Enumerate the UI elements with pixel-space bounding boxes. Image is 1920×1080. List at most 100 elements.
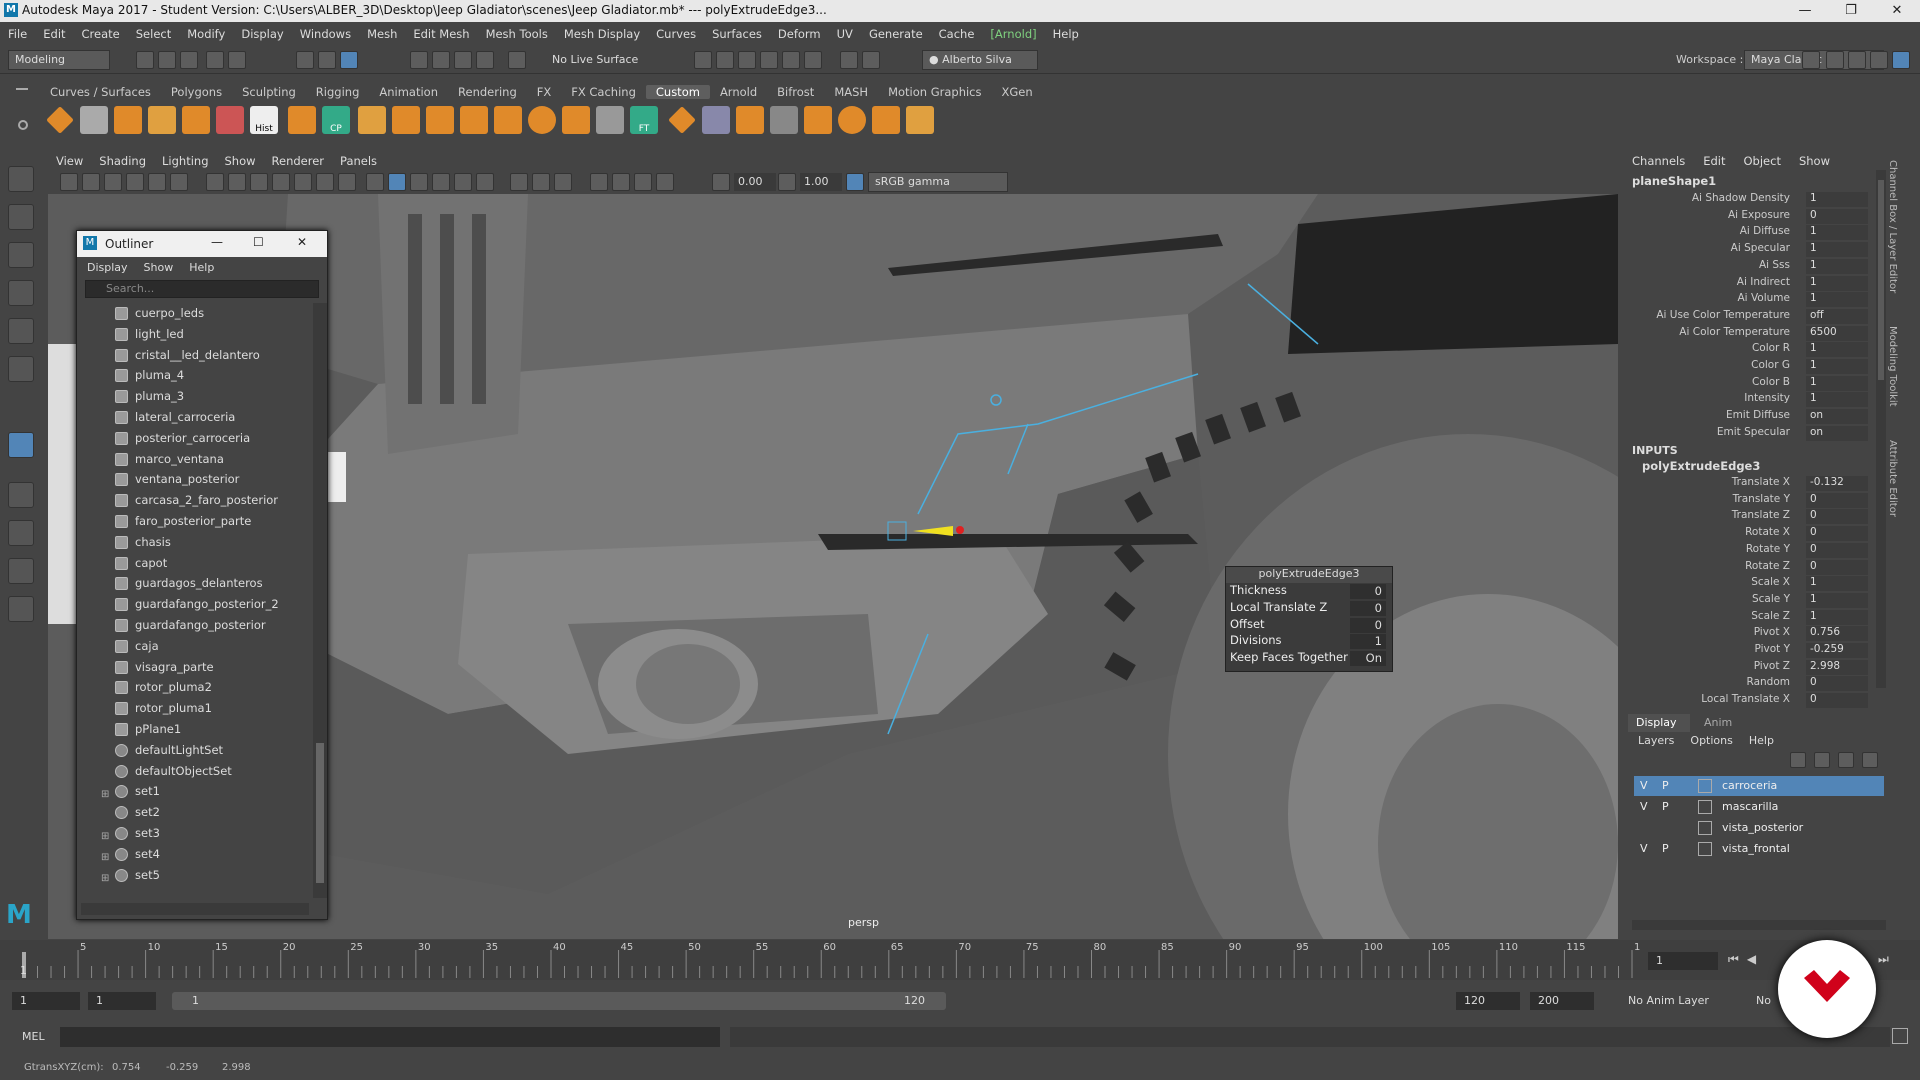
outliner-item[interactable]: posterior_carroceria: [77, 428, 313, 449]
new-layer-from-selection-icon[interactable]: [1862, 752, 1878, 768]
layer-menu-layers[interactable]: Layers: [1638, 734, 1674, 747]
outliner-layout-icon[interactable]: [8, 596, 34, 622]
paint-select-icon[interactable]: [8, 242, 34, 268]
torus-icon[interactable]: [528, 106, 556, 134]
channel-value[interactable]: 1: [1806, 225, 1868, 241]
channel-row[interactable]: Translate X -0.132: [1628, 476, 1890, 493]
channel-row[interactable]: Local Translate X 0: [1628, 693, 1890, 710]
new-scene-icon[interactable]: [136, 51, 154, 69]
outliner-item[interactable]: capot: [77, 553, 313, 574]
move-tool-icon[interactable]: [8, 280, 34, 306]
channel-row[interactable]: Translate Z 0: [1628, 509, 1890, 526]
two-view-layout-icon[interactable]: [8, 558, 34, 584]
select-hierarchy-icon[interactable]: [296, 51, 314, 69]
channel-row[interactable]: Ai Indirect 1: [1628, 275, 1890, 293]
channel-value[interactable]: 0: [1806, 559, 1868, 575]
layer-row[interactable]: V Pcarroceria: [1634, 776, 1884, 796]
resolution-gate-icon[interactable]: [250, 173, 268, 191]
channel-row[interactable]: Ai Specular 1: [1628, 242, 1890, 259]
channel-value[interactable]: on: [1806, 409, 1868, 425]
outliner-item[interactable]: ventana_posterior: [77, 469, 313, 490]
lasso-tool-icon[interactable]: [8, 204, 34, 230]
outliner-item[interactable]: pPlane1: [77, 719, 313, 740]
channel-row[interactable]: Emit Specular on: [1628, 425, 1890, 443]
menu-uv[interactable]: UV: [829, 27, 861, 41]
outliner-scroll-thumb[interactable]: [316, 743, 324, 883]
side-tab-channel-box[interactable]: Channel Box / Layer Editor: [1887, 160, 1898, 293]
menu-select[interactable]: Select: [128, 27, 179, 41]
menu-help[interactable]: Help: [1045, 27, 1087, 41]
menu-generate[interactable]: Generate: [861, 27, 931, 41]
safe-action-icon[interactable]: [316, 173, 334, 191]
grid-icon[interactable]: [80, 106, 108, 134]
film-gate-icon[interactable]: [228, 173, 246, 191]
outliner-scrollbar[interactable]: [313, 303, 327, 898]
gamma-field[interactable]: 1.00: [800, 173, 842, 191]
shelf-tab-animation[interactable]: Animation: [369, 85, 448, 99]
separate-icon[interactable]: [182, 106, 210, 134]
channel-value[interactable]: 1: [1806, 342, 1868, 358]
freeze-transform-ft-icon[interactable]: FT: [630, 106, 658, 134]
outliner-item[interactable]: ⊞ set3: [77, 823, 313, 844]
channel-value[interactable]: -0.259: [1806, 643, 1868, 658]
expand-icon[interactable]: ⊞: [101, 869, 109, 890]
make-live-icon[interactable]: [508, 51, 526, 69]
outliner-item[interactable]: ⊞ set1: [77, 781, 313, 802]
outliner-item[interactable]: ⊞ set4: [77, 844, 313, 865]
cb-menu-object[interactable]: Object: [1744, 154, 1781, 168]
go-to-start-icon[interactable]: ⏮: [1728, 952, 1747, 966]
channel-row[interactable]: Rotate Z 0: [1628, 559, 1890, 577]
grid-toggle-icon[interactable]: [206, 173, 224, 191]
outliner-item[interactable]: ⊞ set5: [77, 865, 313, 886]
vp-menu-renderer[interactable]: Renderer: [264, 154, 333, 168]
menu-windows[interactable]: Windows: [292, 27, 359, 41]
shelf-menu-icon[interactable]: [16, 88, 28, 90]
layer-row[interactable]: V Pvista_frontal: [1634, 839, 1884, 859]
range-slider[interactable]: 1 120: [172, 992, 946, 1010]
layer-playback-toggle[interactable]: P: [1662, 779, 1669, 792]
channel-row[interactable]: Scale Y 1: [1628, 592, 1890, 610]
grease-pencil-icon[interactable]: [170, 173, 188, 191]
2d-pan-zoom-icon[interactable]: [148, 173, 166, 191]
outliner-item[interactable]: pluma_4: [77, 365, 313, 386]
bevel-icon[interactable]: [392, 106, 420, 134]
layer-visibility-toggle[interactable]: V: [1640, 779, 1648, 792]
menu-mesh-tools[interactable]: Mesh Tools: [478, 27, 556, 41]
cb-menu-show[interactable]: Show: [1799, 154, 1830, 168]
channel-value[interactable]: 1: [1806, 576, 1868, 592]
shelf-tab-fx[interactable]: FX: [527, 85, 562, 99]
menu-edit-mesh[interactable]: Edit Mesh: [405, 27, 477, 41]
channel-value[interactable]: 6500: [1806, 325, 1868, 341]
channel-row[interactable]: Translate Y 0: [1628, 492, 1890, 510]
in-view-editor-row[interactable]: Keep Faces Together On: [1226, 650, 1392, 667]
animation-end-field[interactable]: 200: [1530, 992, 1594, 1010]
layer-row[interactable]: vista_posterior: [1634, 818, 1884, 838]
time-slider[interactable]: 5 10 15 20 25 30 35 40 45 50 55 60 65 70 75 80 85 90 95 100…: [0, 940, 1920, 980]
shelf-tab-bifrost[interactable]: Bifrost: [767, 85, 824, 99]
exposure-icon[interactable]: [712, 173, 730, 191]
combine-icon[interactable]: [148, 106, 176, 134]
side-tab-attribute-editor[interactable]: Attribute Editor: [1887, 440, 1898, 517]
four-view-layout-icon[interactable]: [8, 520, 34, 546]
current-frame-field[interactable]: 1: [1648, 952, 1718, 970]
mirror-icon[interactable]: [804, 106, 832, 134]
outliner-item[interactable]: visagra_parte: [77, 657, 313, 678]
field-chart-icon[interactable]: [294, 173, 312, 191]
outliner-item[interactable]: rotor_pluma2: [77, 677, 313, 698]
channel-row[interactable]: Rotate Y 0: [1628, 542, 1890, 560]
in-view-editor-row[interactable]: Local Translate Z 0: [1226, 600, 1392, 617]
xray-joints-icon[interactable]: [634, 173, 652, 191]
layer-playback-toggle[interactable]: P: [1662, 842, 1669, 855]
in-view-attr-value[interactable]: On: [1350, 651, 1386, 667]
outliner-item[interactable]: faro_posterior_parte: [77, 511, 313, 532]
layer-playback-toggle[interactable]: P: [1662, 800, 1669, 813]
xray-icon[interactable]: [612, 173, 630, 191]
outliner-item[interactable]: light_led: [77, 324, 313, 345]
outliner-hscrollbar[interactable]: [81, 903, 309, 915]
arnold-render-icon[interactable]: [804, 51, 822, 69]
channel-box-toggle-icon[interactable]: [1848, 51, 1866, 69]
shelf-tab-rendering[interactable]: Rendering: [448, 85, 527, 99]
outliner-item[interactable]: guardafango_posterior: [77, 615, 313, 636]
vp-menu-shading[interactable]: Shading: [91, 154, 154, 168]
in-view-attr-value[interactable]: 0: [1350, 617, 1386, 633]
